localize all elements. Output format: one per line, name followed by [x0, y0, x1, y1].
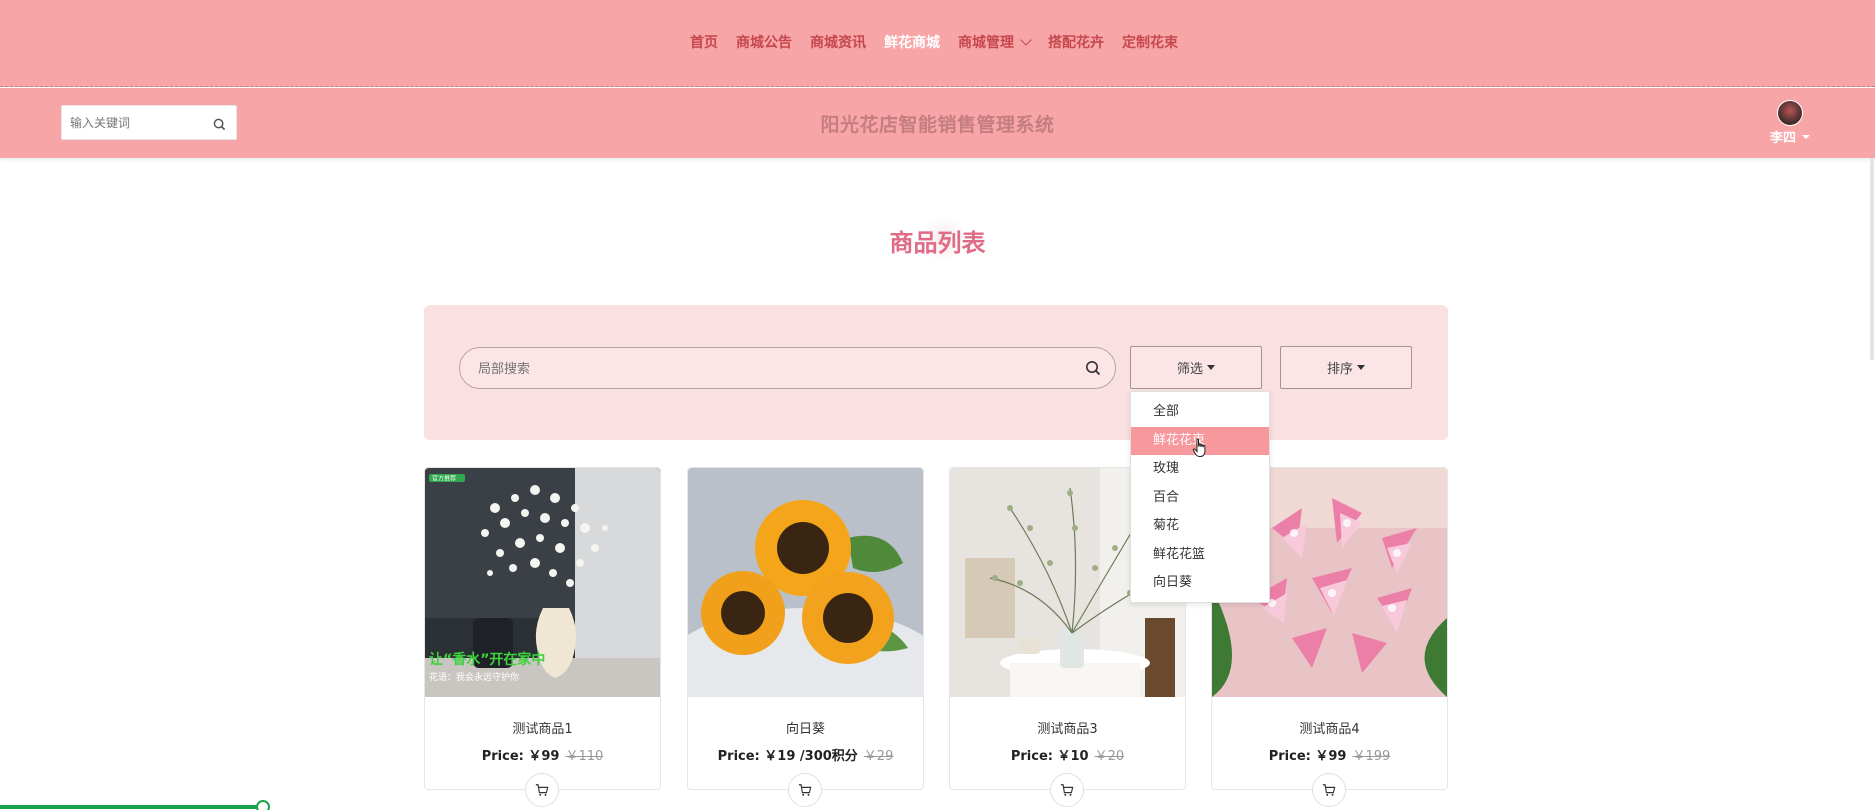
cart-icon — [1322, 784, 1336, 796]
progress-bar — [0, 800, 1875, 810]
nav-item-flower-pairing[interactable]: 搭配花卉 — [1048, 32, 1104, 52]
add-to-cart-button[interactable] — [788, 773, 822, 807]
dropdown-option-lily[interactable]: 百合 — [1131, 484, 1269, 513]
filter-button[interactable]: 筛选 — [1130, 346, 1262, 389]
add-to-cart-button[interactable] — [1050, 773, 1084, 807]
dropdown-option-basket[interactable]: 鲜花花篮 — [1131, 541, 1269, 570]
product-name[interactable]: 向日葵 — [688, 718, 923, 737]
nav-item-home[interactable]: 首页 — [690, 32, 718, 52]
search-icon[interactable] — [1085, 360, 1101, 380]
dropdown-option-chrysanthemum[interactable]: 菊花 — [1131, 512, 1269, 541]
caret-down-icon — [1357, 365, 1365, 370]
product-price: Price: ￥99 ￥199 — [1212, 745, 1447, 764]
image-caption: 让“香水”开在家中 — [429, 651, 545, 668]
price-original: ￥110 — [565, 749, 604, 764]
product-price: Price: ￥10 ￥20 — [950, 745, 1185, 764]
nav-item-label: 首页 — [690, 35, 718, 51]
nav-item-label: 商城管理 — [958, 35, 1014, 51]
cart-icon — [535, 784, 549, 796]
sort-button-label: 排序 — [1326, 362, 1353, 377]
cart-icon — [798, 784, 812, 796]
caret-down-icon — [1207, 365, 1215, 370]
nav-item-mall-management[interactable]: 商城管理 — [958, 32, 1032, 52]
top-nav-bar: 首页 商城公告 商城资讯 鲜花商城 商城管理 搭配花卉 定制花束 — [0, 0, 1875, 87]
sort-button[interactable]: 排序 — [1280, 346, 1412, 389]
nav-item-label: 商城资讯 — [810, 35, 866, 51]
nav-item-custom-bouquet[interactable]: 定制花束 — [1122, 32, 1178, 52]
price-current: Price: ￥10 — [1010, 749, 1089, 764]
nav-item-flower-mall[interactable]: 鲜花商城 — [884, 32, 940, 52]
progress-fill — [0, 805, 263, 809]
hand-cursor-icon — [1192, 438, 1208, 462]
product-name[interactable]: 测试商品4 — [1212, 718, 1447, 737]
product-name[interactable]: 测试商品3 — [950, 718, 1185, 737]
user-menu[interactable]: 李四 — [1764, 100, 1816, 146]
filter-dropdown-menu: 全部 鲜花花束 玫瑰 百合 菊花 鲜花花篮 向日葵 — [1130, 391, 1270, 603]
price-current: Price: ￥99 — [1268, 749, 1347, 764]
page-scrollbar[interactable] — [1870, 158, 1874, 360]
nav-item-label: 定制花束 — [1122, 35, 1178, 51]
nav-item-label: 商城公告 — [736, 35, 792, 51]
add-to-cart-button[interactable] — [525, 773, 559, 807]
product-name[interactable]: 测试商品1 — [425, 718, 660, 737]
product-price: Price: ￥99 ￥110 — [425, 745, 660, 764]
price-current: Price: ￥19 /300积分 — [717, 749, 858, 764]
nav-item-label: 鲜花商城 — [884, 35, 940, 51]
section-title: 商品列表 — [889, 229, 986, 257]
avatar[interactable] — [1777, 100, 1803, 126]
user-name: 李四 — [1769, 131, 1796, 146]
chevron-down-icon — [1020, 33, 1032, 46]
add-to-cart-button[interactable] — [1312, 773, 1346, 807]
cart-icon — [1060, 784, 1074, 796]
nav-item-label: 搭配花卉 — [1048, 35, 1104, 51]
product-image[interactable]: 官方推荐 让“香水”开在家中 花语：我会永远守护你 — [425, 468, 660, 697]
product-card[interactable]: 向日葵 Price: ￥19 /300积分 ￥29 — [687, 467, 924, 807]
header-bar: 阳光花店智能销售管理系统 李四 — [0, 88, 1875, 158]
dropdown-option-sunflower[interactable]: 向日葵 — [1131, 569, 1269, 598]
caret-down-icon — [1802, 134, 1810, 139]
dropdown-option-all[interactable]: 全部 — [1131, 398, 1269, 427]
price-original: ￥29 — [863, 749, 894, 764]
local-search-input[interactable] — [478, 359, 1038, 379]
product-card[interactable]: 官方推荐 让“香水”开在家中 花语：我会永远守护你 测试商品1 Price: ￥… — [424, 467, 661, 807]
price-current: Price: ￥99 — [481, 749, 560, 764]
price-original: ￥20 — [1094, 749, 1125, 764]
progress-knob[interactable] — [256, 800, 270, 810]
product-price: Price: ￥19 /300积分 ￥29 — [688, 745, 923, 764]
filter-button-label: 筛选 — [1176, 362, 1203, 377]
image-subcaption: 花语：我会永远守护你 — [429, 671, 519, 683]
nav-item-news[interactable]: 商城资讯 — [810, 32, 866, 52]
product-image[interactable] — [688, 468, 923, 697]
site-title: 阳光花店智能销售管理系统 — [820, 114, 1055, 136]
nav-menu: 首页 商城公告 商城资讯 鲜花商城 商城管理 搭配花卉 定制花束 — [690, 32, 1196, 52]
user-name-wrap[interactable]: 李四 — [1764, 127, 1816, 146]
local-search-box — [459, 347, 1116, 389]
price-original: ￥199 — [1352, 749, 1391, 764]
image-tag: 官方推荐 — [432, 475, 456, 483]
nav-item-announcements[interactable]: 商城公告 — [736, 32, 792, 52]
